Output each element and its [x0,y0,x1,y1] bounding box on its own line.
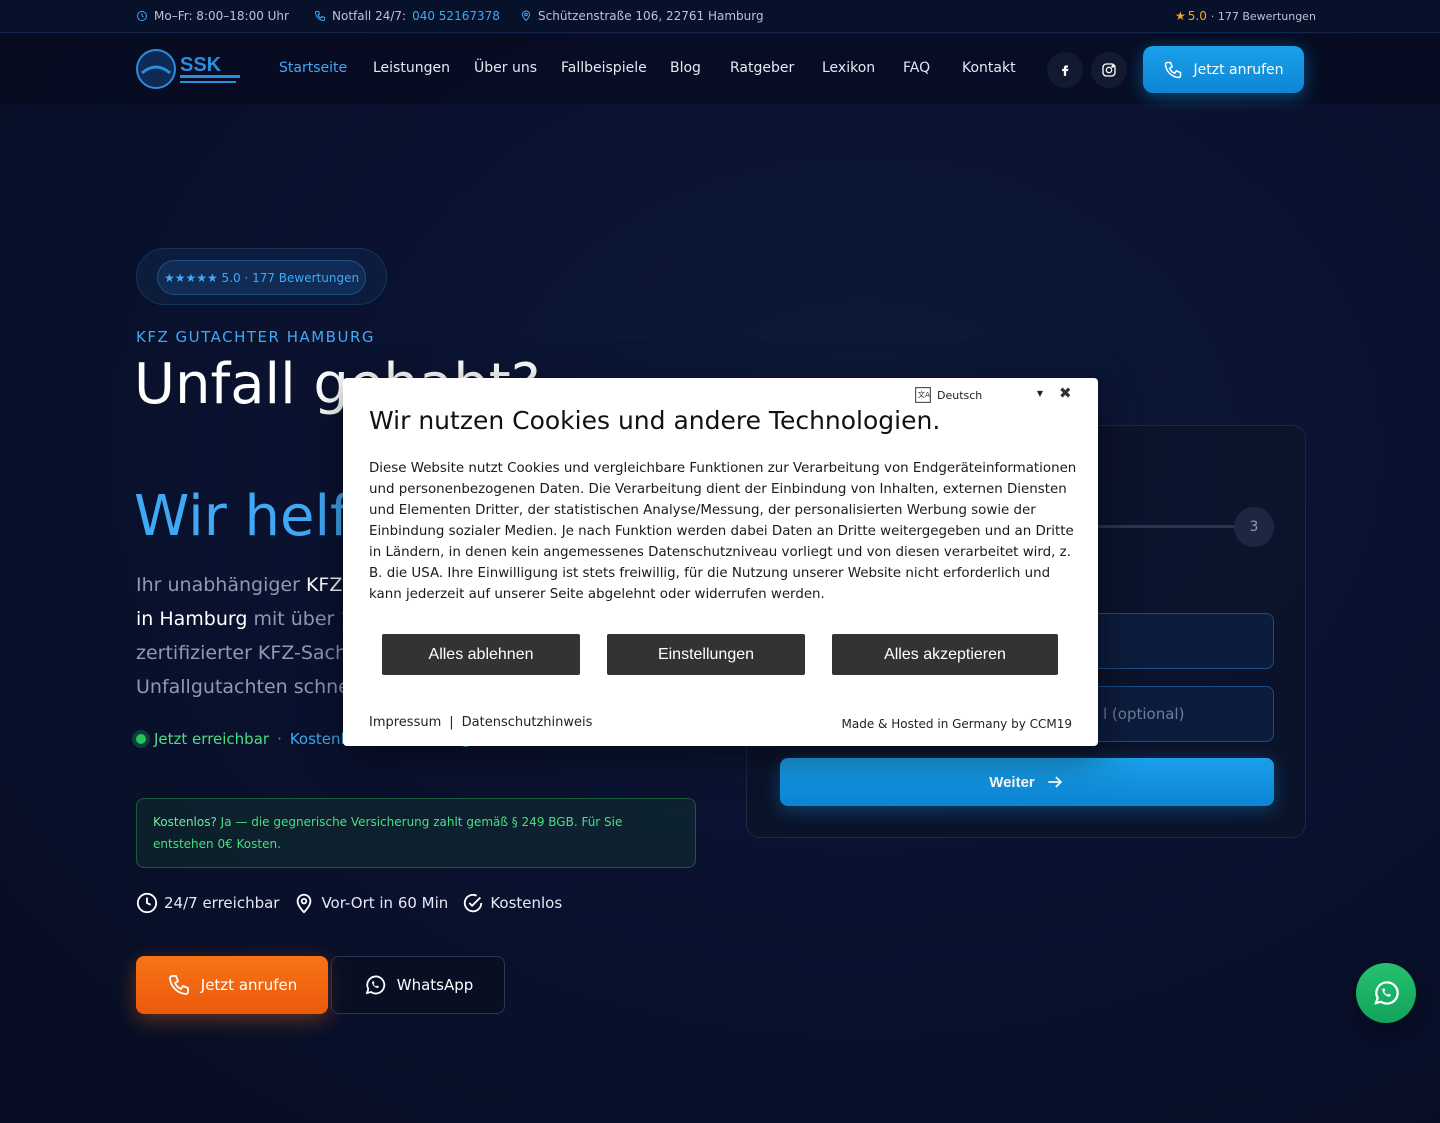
nav-lexikon[interactable]: Lexikon [822,60,875,76]
settings-button[interactable]: Einstellungen [607,634,805,675]
hero-call-button[interactable]: Jetzt anrufen [136,956,328,1014]
header-call-button[interactable]: Jetzt anrufen [1143,46,1304,93]
facebook-link[interactable] [1047,52,1083,88]
nav-leistungen[interactable]: Leistungen [373,60,450,76]
hero-eyebrow: KFZ GUTACHTER HAMBURG [136,328,375,346]
phone-icon [168,975,189,995]
step-progress-line [1097,525,1237,528]
feature-onsite: Vor-Ort in 60 Min [293,892,448,914]
accept-all-button[interactable]: Alles akzeptieren [832,634,1058,675]
arrow-right-icon [1048,776,1062,788]
cookie-footer-links: Impressum | Datenschutzhinweis [369,715,593,730]
nav-kontakt[interactable]: Kontakt [962,60,1016,76]
clock-icon [137,11,147,21]
free-cost-notice: Kostenlos? Ja — die gegnerische Versiche… [136,798,696,868]
cookie-text: Diese Website nutzt Cookies und vergleic… [369,461,1077,602]
nav-startseite[interactable]: Startseite [279,60,347,76]
cookie-title: Wir nutzen Cookies und andere Technologi… [369,406,941,435]
rating-badge: ★★★★★ 5.0 · 177 Bewertungen [136,248,387,305]
language-select[interactable]: 文A Deutsch ▼ [915,386,1043,404]
feature-availability: 24/7 erreichbar [136,892,279,914]
nav-blog[interactable]: Blog [670,60,701,76]
cookie-consent-dialog: 文A Deutsch ▼ ✖ Wir nutzen Cookies und an… [343,378,1098,746]
nav-ueber-uns[interactable]: Über uns [474,60,537,76]
translate-icon: 文A [915,387,931,403]
imprint-link[interactable]: Impressum [369,715,441,730]
phone-icon [314,11,325,22]
main-navbar: SSK Startseite Leistungen Über uns Fallb… [0,34,1440,104]
feature-list: 24/7 erreichbar Vor-Ort in 60 Min Kosten… [136,892,562,914]
whatsapp-icon [1374,981,1399,1005]
step-3-indicator: 3 [1234,507,1274,547]
emergency-phone-link[interactable]: 040 52167378 [412,9,500,23]
privacy-link[interactable]: Datenschutzhinweis [462,715,593,730]
top-info-bar: Mo–Fr: 8:00–18:00 Uhr Notfall 24/7: 040 … [0,0,1440,33]
phone-icon [1165,61,1182,78]
opening-hours: Mo–Fr: 8:00–18:00 Uhr [136,9,289,23]
star-icon: ★ [1175,9,1186,23]
close-icon[interactable]: ✖ [1059,384,1072,402]
clock-icon [136,892,158,914]
instagram-link[interactable] [1091,52,1127,88]
nav-faq[interactable]: FAQ [903,60,930,76]
whatsapp-icon [365,975,385,995]
nav-fallbeispiele[interactable]: Fallbeispiele [561,60,647,76]
facebook-icon [1062,65,1069,76]
nav-ratgeber[interactable]: Ratgeber [730,60,794,76]
provider-credit: Made & Hosted in Germany by CCM19 [841,717,1072,731]
map-pin-icon [521,10,531,22]
check-circle-icon [464,893,483,913]
rating-badge-label: ★★★★★ 5.0 · 177 Bewertungen [157,260,366,295]
svg-text:SSK: SSK [180,54,222,76]
hero-whatsapp-button[interactable]: WhatsApp [331,956,505,1014]
svg-text:文A: 文A [918,390,930,399]
instagram-icon [1102,63,1116,77]
emergency-contact: Notfall 24/7: 040 52167378 [314,9,500,23]
rating-summary: ★ 5.0 · 177 Bewertungen [1175,9,1316,23]
chevron-down-icon: ▼ [1036,389,1043,398]
floating-whatsapp-button[interactable] [1356,963,1416,1023]
ssk-logo[interactable]: SSK [136,49,242,89]
form-next-button[interactable]: Weiter [780,758,1274,806]
map-pin-icon [297,893,312,914]
feature-free: Kostenlos [462,892,562,914]
address: Schützenstraße 106, 22761 Hamburg [520,9,764,23]
online-indicator [136,734,146,744]
reject-all-button[interactable]: Alles ablehnen [382,634,580,675]
